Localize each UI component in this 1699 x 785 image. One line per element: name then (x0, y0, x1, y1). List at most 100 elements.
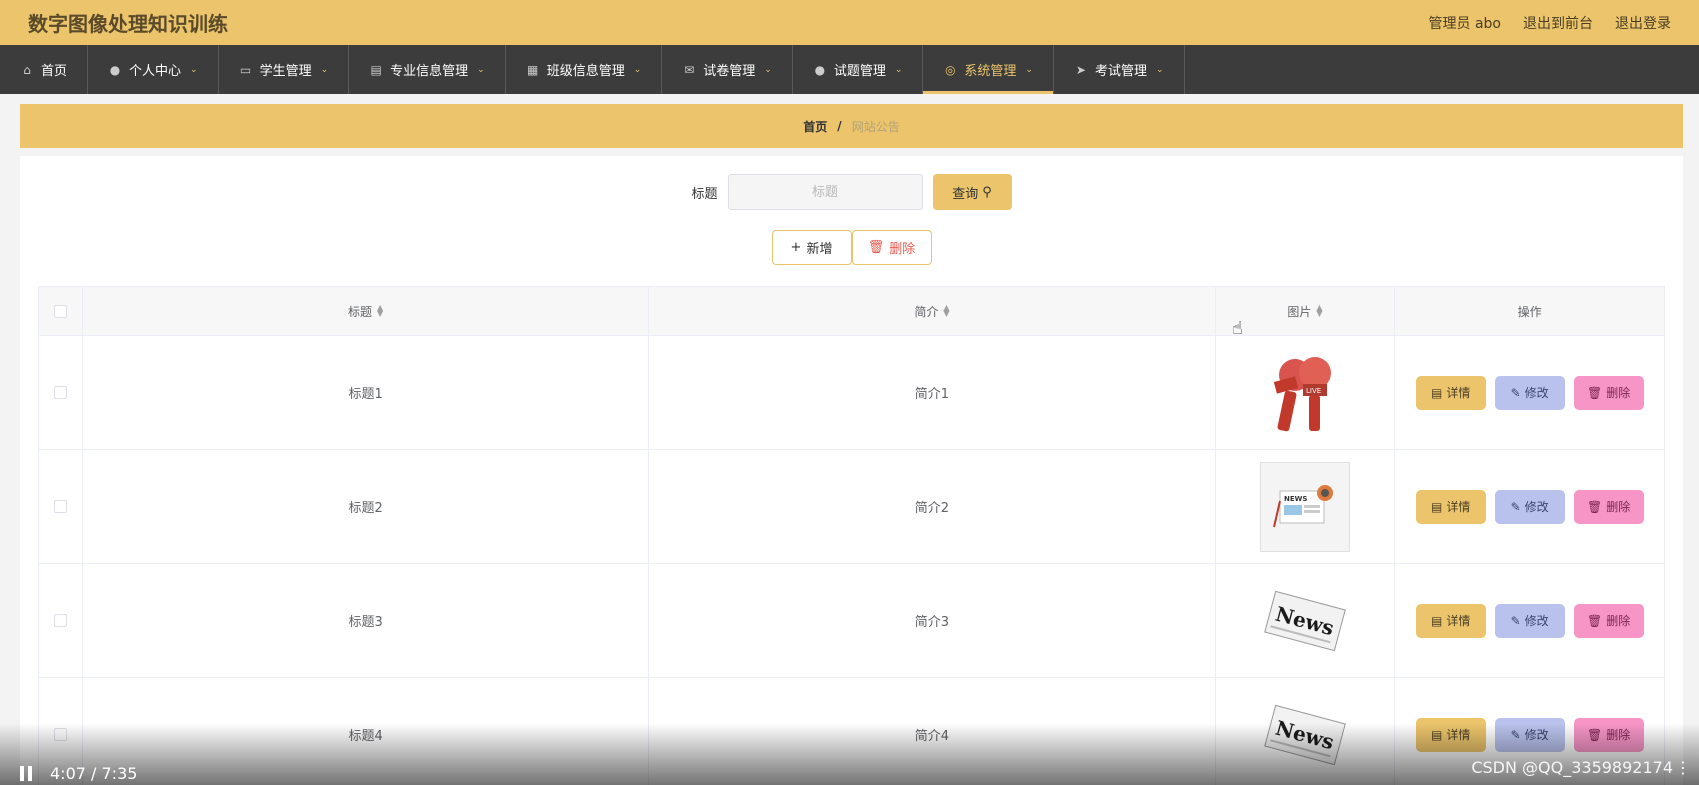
edit-label: 修改 (1524, 386, 1549, 400)
row-ops: ▤详情 ✎修改 🗑删除 (1395, 450, 1664, 563)
breadcrumb-home[interactable]: 首页 (803, 118, 827, 135)
add-button[interactable]: + 新增 (771, 230, 852, 265)
news-paper-image: News (1260, 576, 1350, 666)
chevron-down-icon: ⌄ (894, 64, 903, 75)
pause-icon[interactable] (20, 766, 32, 781)
query-label: 查询 (952, 186, 979, 202)
clipboard-icon: ▦ (527, 62, 539, 77)
nav-label: 考试管理 (1094, 64, 1147, 79)
detail-button[interactable]: ▤详情 (1415, 603, 1486, 638)
detail-button[interactable]: ▤详情 (1415, 375, 1486, 410)
table-row: 标题1 简介1 LIVE ▤ 详情 ✎ 修改 🗑 删除 (39, 336, 1664, 450)
sort-icon[interactable]: ▲ ▼ (943, 304, 949, 318)
compass-icon: ◎ (945, 62, 956, 77)
row-ops: ▤详情 ✎修改 🗑删除 (1395, 564, 1664, 677)
nav-item-home[interactable]: ⌂ 首页 (0, 45, 89, 94)
header-ops-label: 操作 (1517, 304, 1542, 319)
microphones-image: LIVE (1260, 348, 1350, 438)
search-row: 标题 查询 ⚲ (20, 174, 1683, 210)
detail-label: 详情 (1446, 500, 1471, 514)
nav-label: 学生管理 (259, 64, 312, 79)
main-nav: ⌂ 首页 ● 个人中心 ⌄ ▭ 学生管理 ⌄ ▤ 专业信息管理 ⌄ ▦ 班级信息… (0, 45, 1699, 94)
top-right-menu: 管理员 abo 退出到前台 退出登录 (1429, 13, 1671, 33)
monitor-icon: ▭ (239, 62, 252, 77)
row-image-cell: NEWS (1216, 450, 1396, 563)
document-icon: ▤ (1430, 499, 1443, 514)
sort-icon[interactable]: ▲ ▼ (377, 304, 383, 318)
row-checkbox[interactable] (53, 386, 67, 399)
table-header: 标题 ▲ ▼ 简介 ▲ ▼ 图片 ▲ ▼ 操作 (39, 287, 1664, 336)
nav-label: 班级信息管理 (546, 64, 625, 79)
video-controls: 4:07 / 7:35 (20, 764, 137, 783)
nav-item-major[interactable]: ▤ 专业信息管理 ⌄ (349, 45, 506, 94)
delete-button[interactable]: 🗑删除 (1573, 603, 1644, 638)
nav-item-system[interactable]: ◎ 系统管理 ⌄ (923, 45, 1054, 94)
table-row: 标题2 简介2 NEWS ▤ 详情 ✎ 修改 🗑 删除 (39, 450, 1664, 564)
delete-label: 删除 (889, 242, 916, 257)
home-icon: ⌂ (23, 62, 31, 77)
pencil-icon: ✎ (1510, 613, 1521, 628)
detail-label: 详情 (1446, 614, 1471, 628)
svg-text:LIVE: LIVE (1306, 387, 1321, 395)
header-intro[interactable]: 简介 ▲ ▼ (649, 287, 1216, 335)
row-checkbox[interactable] (53, 614, 67, 627)
user-icon: ● (109, 62, 121, 77)
batch-delete-button[interactable]: 🗑 删除 (851, 230, 932, 265)
detail-button[interactable]: ▤详情 (1415, 489, 1486, 524)
nav-item-papers[interactable]: ✉ 试卷管理 ⌄ (662, 45, 793, 94)
more-options-icon[interactable]: ⋮ (1675, 758, 1691, 777)
delete-button[interactable]: 🗑删除 (1573, 489, 1644, 524)
content-panel: 标题 查询 ⚲ + 新增 🗑 删除 标题 ▲▼ 简介 ▲▼ 图片 ▲▼ 操作 标题1 … (20, 156, 1683, 785)
watermark: CSDN @QQ_3359892174 (1471, 758, 1673, 777)
search-input[interactable] (727, 174, 923, 210)
header-check-cell (39, 287, 83, 335)
table-row: 标题3 简介3 News ▤ 详情 ✎ 修改 🗑 删除 (39, 564, 1664, 678)
delete-label: 删除 (1606, 614, 1631, 628)
chevron-down-icon: ⌄ (190, 64, 198, 75)
admin-user-label[interactable]: 管理员 abo (1429, 13, 1501, 33)
row-intro: 简介3 (649, 564, 1216, 677)
header-title[interactable]: 标题 ▲ ▼ (83, 287, 650, 335)
query-button[interactable]: 查询 ⚲ (932, 174, 1012, 210)
nav-item-personal[interactable]: ● 个人中心 ⌄ (88, 45, 219, 94)
nav-item-class[interactable]: ▦ 班级信息管理 ⌄ (506, 45, 663, 94)
announcement-table: 标题 ▲ ▼ 简介 ▲ ▼ 图片 ▲ ▼ 操作 标题1 简介1 LIVE ▤ 详… (38, 286, 1665, 785)
document-icon: ▤ (1430, 613, 1443, 628)
edit-button[interactable]: ✎修改 (1494, 375, 1565, 410)
breadcrumb: 首页 / 网站公告 (20, 104, 1683, 148)
newspaper-image: NEWS (1259, 461, 1350, 552)
nav-item-questions[interactable]: ● 试题管理 ⌄ (793, 45, 924, 94)
edit-label: 修改 (1524, 500, 1549, 514)
header-title-label: 标题 (348, 304, 373, 319)
nav-label: 首页 (41, 64, 68, 79)
search-icon: ⚲ (982, 184, 992, 200)
edit-button[interactable]: ✎修改 (1494, 489, 1565, 524)
row-image-cell: News (1216, 564, 1396, 677)
row-intro: 简介1 (649, 336, 1216, 449)
add-label: 新增 (806, 242, 833, 257)
pencil-icon: ✎ (1510, 385, 1521, 400)
sort-icon[interactable]: ▲ ▼ (1316, 304, 1322, 318)
edit-button[interactable]: ✎修改 (1494, 603, 1565, 638)
row-checkbox[interactable] (53, 500, 67, 513)
chevron-down-icon: ⌄ (1025, 64, 1033, 75)
row-check-cell (39, 564, 83, 677)
row-title: 标题2 (83, 450, 650, 563)
nav-item-exam[interactable]: ➤ 考试管理 ⌄ (1054, 45, 1185, 94)
chevron-down-icon: ⌄ (633, 64, 642, 75)
front-link[interactable]: 退出到前台 (1523, 13, 1593, 33)
header-intro-label: 简介 (914, 304, 939, 319)
mail-icon: ✉ (684, 62, 695, 77)
nav-item-students[interactable]: ▭ 学生管理 ⌄ (219, 45, 350, 94)
nav-label: 试题管理 (833, 64, 886, 79)
row-check-cell (39, 336, 83, 449)
nav-label: 个人中心 (129, 64, 182, 79)
nav-label: 试卷管理 (703, 64, 756, 79)
hand-cursor-icon: ☝ (1232, 318, 1243, 339)
logout-link[interactable]: 退出登录 (1615, 13, 1671, 33)
breadcrumb-current: 网站公告 (851, 119, 900, 134)
delete-button[interactable]: 🗑删除 (1573, 375, 1644, 410)
video-overlay: 4:07 / 7:35 CSDN @QQ_3359892174 ⋮ (0, 723, 1699, 785)
select-all-checkbox[interactable] (53, 304, 67, 318)
app-title: 数字图像处理知识训练 (28, 12, 228, 36)
